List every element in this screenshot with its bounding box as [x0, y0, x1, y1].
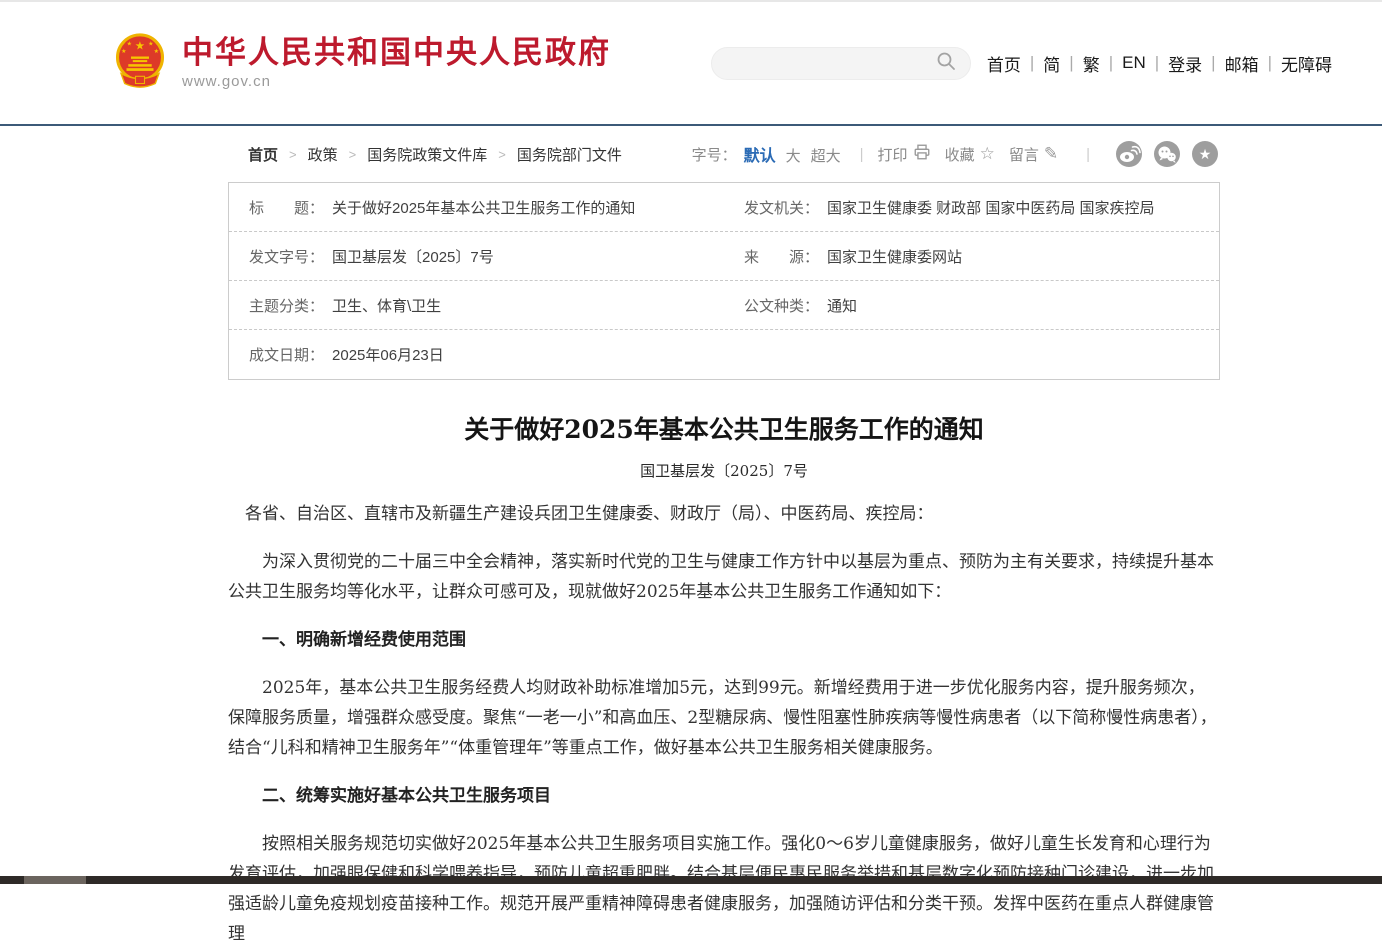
meta-value: 2025年06月23日 [332, 344, 444, 365]
meta-label: 标 题： [249, 197, 324, 218]
section-heading: 一、明确新增经费使用范围 [228, 625, 1220, 655]
font-size-options: 默认大超大 [739, 142, 846, 166]
meta-value: 卫生、体育\卫生 [332, 295, 441, 316]
document-number: 国卫基层发〔2025〕7号 [228, 460, 1220, 481]
print-button[interactable]: 打印 [878, 143, 931, 166]
meta-label: 来 源： [744, 246, 819, 267]
font-size-label: 字号： [692, 144, 737, 165]
meta-cell: 公文种类： 通知 [724, 295, 1219, 316]
font-size-option-0[interactable]: 默认 [744, 148, 776, 165]
search-input[interactable] [711, 47, 971, 80]
breadcrumb-separator: > [349, 147, 357, 162]
main-content: 首页 > 政策 > 国务院政策文件库 > 国务院部门文件 字号： 默认大超大 | 打印 收藏… [228, 126, 1220, 949]
site-header: ★ ★ ★ ★ ★ 中华人民共和国中央人民政府 www.gov.cn [0, 2, 1382, 124]
site-url: www.gov.cn [182, 73, 611, 90]
toolbar-separator: | [1086, 146, 1090, 163]
meta-cell: 发文机关： 国家卫生健康委 财政部 国家中医药局 国家疾控局 [724, 197, 1219, 218]
meta-value: 关于做好2025年基本公共卫生服务工作的通知 [332, 197, 635, 218]
favorite-button[interactable]: 收藏 ☆ [945, 144, 995, 165]
topnav-link-1[interactable]: 简 [1043, 51, 1060, 76]
svg-text:★: ★ [121, 47, 126, 54]
nav-separator: | [1069, 53, 1073, 73]
paragraph: 各省、自治区、直辖市及新疆生产建设兵团卫生健康委、财政厅（局）、中医药局、疾控局… [228, 499, 1220, 529]
comment-label: 留言 [1009, 144, 1039, 165]
meta-label: 发文字号： [249, 246, 324, 267]
svg-text:★: ★ [127, 40, 132, 47]
meta-row-1: 发文字号： 国卫基层发〔2025〕7号 来 源： 国家卫生健康委网站 [229, 232, 1219, 281]
topnav-link-4[interactable]: 登录 [1168, 51, 1202, 76]
top-nav: 首页 | 简 | 繁 | EN | 登录 | 邮箱 | 无障碍 [987, 51, 1332, 76]
meta-row-3: 成文日期： 2025年06月23日 [229, 330, 1219, 379]
meta-row-2: 主题分类： 卫生、体育\卫生 公文种类： 通知 [229, 281, 1219, 330]
national-emblem-icon: ★ ★ ★ ★ ★ [113, 32, 167, 95]
topnav-link-0[interactable]: 首页 [987, 51, 1021, 76]
topnav-link-3[interactable]: EN [1122, 53, 1146, 73]
page-toolbar: 字号： 默认大超大 | 打印 收藏 ☆ 留言 ✎ [692, 141, 1218, 167]
comment-button[interactable]: 留言 ✎ [1009, 144, 1058, 165]
meta-label: 主题分类： [249, 295, 324, 316]
pencil-icon: ✎ [1044, 144, 1058, 164]
scrollbar-thumb[interactable] [24, 876, 86, 884]
svg-text:★: ★ [135, 39, 145, 52]
topnav-link-6[interactable]: 无障碍 [1281, 51, 1332, 76]
meta-value: 国卫基层发〔2025〕7号 [332, 246, 494, 267]
meta-value: 国家卫生健康委网站 [827, 246, 962, 267]
breadcrumb: 首页 > 政策 > 国务院政策文件库 > 国务院部门文件 [248, 144, 622, 165]
paragraph: 按照相关服务规范切实做好2025年基本公共卫生服务项目实施工作。强化0～6岁儿童… [228, 829, 1220, 949]
horizontal-scrollbar[interactable] [0, 876, 1382, 884]
meta-cell: 标 题： 关于做好2025年基本公共卫生服务工作的通知 [229, 197, 724, 218]
paragraph: 2025年，基本公共卫生服务经费人均财政补助标准增加5元，达到99元。新增经费用… [228, 673, 1220, 763]
meta-cell: 成文日期： 2025年06月23日 [229, 344, 724, 365]
meta-label: 成文日期： [249, 344, 324, 365]
printer-icon [913, 143, 931, 166]
svg-text:★: ★ [154, 47, 159, 54]
topnav-link-5[interactable]: 邮箱 [1225, 51, 1259, 76]
meta-label: 发文机关： [744, 197, 819, 218]
breadcrumb-toolbar-row: 首页 > 政策 > 国务院政策文件库 > 国务院部门文件 字号： 默认大超大 | 打印 收藏… [228, 126, 1220, 182]
nav-separator: | [1268, 53, 1272, 73]
weibo-icon[interactable] [1116, 141, 1142, 167]
section-heading: 二、统筹实施好基本公共卫生服务项目 [228, 781, 1220, 811]
meta-cell: 发文字号： 国卫基层发〔2025〕7号 [229, 246, 724, 267]
toolbar-separator: | [860, 146, 864, 163]
favorite-label: 收藏 [945, 144, 975, 165]
breadcrumb-separator: > [498, 147, 506, 162]
font-size-option-1[interactable]: 大 [786, 148, 801, 165]
meta-row-0: 标 题： 关于做好2025年基本公共卫生服务工作的通知 发文机关： 国家卫生健康委 财… [229, 183, 1219, 232]
breadcrumb-separator: > [289, 147, 297, 162]
paragraph: 为深入贯彻党的二十届三中全会精神，落实新时代党的卫生与健康工作方针中以基层为重点… [228, 547, 1220, 607]
site-title: 中华人民共和国中央人民政府 [182, 36, 611, 70]
breadcrumb-item-3: 国务院部门文件 [517, 144, 622, 165]
topnav-link-2[interactable]: 繁 [1083, 51, 1100, 76]
nav-separator: | [1030, 53, 1034, 73]
search-icon[interactable] [936, 51, 956, 76]
print-label: 打印 [878, 144, 908, 165]
breadcrumb-item-0[interactable]: 首页 [248, 144, 278, 165]
document-title: 关于做好2025年基本公共卫生服务工作的通知 [228, 410, 1220, 446]
meta-label: 公文种类： [744, 295, 819, 316]
site-logo[interactable]: ★ ★ ★ ★ ★ 中华人民共和国中央人民政府 www.gov.cn [113, 32, 611, 95]
meta-value: 通知 [827, 295, 857, 316]
svg-text:★: ★ [148, 40, 153, 47]
nav-separator: | [1109, 53, 1113, 73]
nav-separator: | [1155, 53, 1159, 73]
breadcrumb-item-1[interactable]: 政策 [308, 144, 338, 165]
meta-cell: 主题分类： 卫生、体育\卫生 [229, 295, 724, 316]
wechat-icon[interactable] [1154, 141, 1180, 167]
breadcrumb-item-2[interactable]: 国务院政策文件库 [367, 144, 487, 165]
meta-cell: 来 源： 国家卫生健康委网站 [724, 246, 1219, 267]
document-meta-table: 标 题： 关于做好2025年基本公共卫生服务工作的通知 发文机关： 国家卫生健康委 财… [228, 182, 1220, 380]
nav-separator: | [1211, 53, 1215, 73]
star-icon: ☆ [980, 144, 995, 164]
qzone-icon[interactable]: ★ [1192, 141, 1218, 167]
meta-value: 国家卫生健康委 财政部 国家中医药局 国家疾控局 [827, 197, 1155, 218]
font-size-option-2[interactable]: 超大 [811, 148, 841, 165]
